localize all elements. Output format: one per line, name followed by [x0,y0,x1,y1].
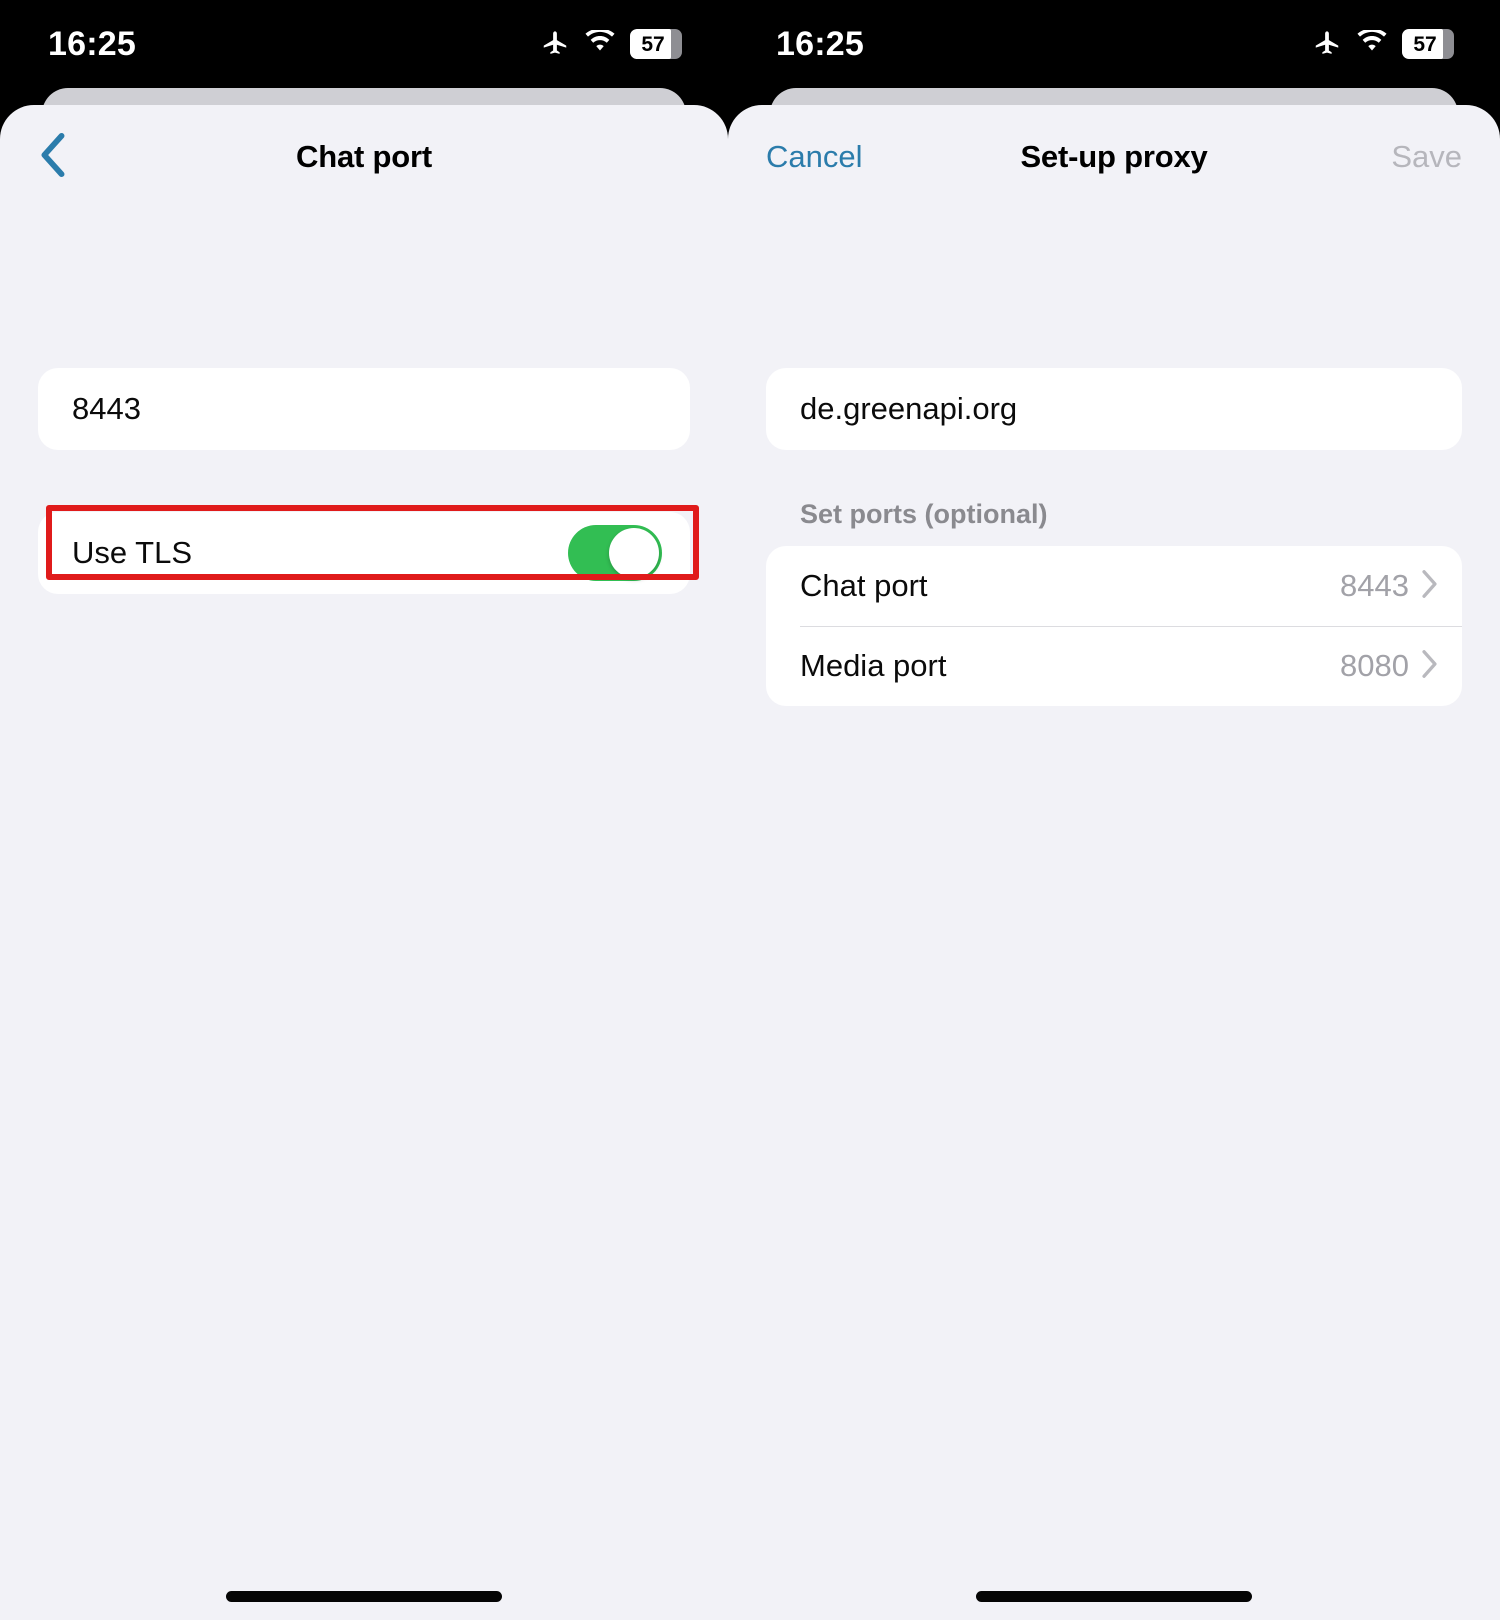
list-item-right: 8080 [1340,648,1438,684]
chat-port-value: 8443 [72,391,141,426]
back-button[interactable] [38,132,84,183]
use-tls-row[interactable]: Use TLS [38,512,690,594]
list-item-value: 8443 [1340,568,1409,603]
wifi-icon [1356,27,1388,59]
home-indicator-left [226,1591,502,1602]
use-tls-row-wrapper: Use TLS [38,505,699,594]
dual-screenshot-container: 16:25 57 Chat port 8443 Use TLS 16:25 57… [0,0,1500,1620]
proxy-host-input[interactable]: de.greenapi.org [766,368,1462,450]
list-item-right: 8443 [1340,568,1438,604]
chevron-right-icon [1421,569,1438,604]
home-indicator-right [976,1591,1252,1602]
list-item-value: 8080 [1340,648,1409,683]
modal-sheet-right: Cancel Set-up proxy Save de.greenapi.org… [728,105,1500,1620]
save-button[interactable]: Save [1391,139,1462,175]
toggle-knob [609,528,659,578]
content-right: de.greenapi.org Set ports (optional) Cha… [728,368,1500,706]
section-header-set-ports: Set ports (optional) [800,499,1048,529]
battery-icon: 57 [1402,29,1454,59]
airplane-mode-icon [540,27,570,62]
proxy-host-value: de.greenapi.org [800,391,1018,426]
right-phone-screen: 16:25 57 Cancel Set-up proxy Save de.gre… [728,0,1500,1620]
battery-percent: 57 [641,32,665,56]
status-time-right: 16:25 [776,25,864,63]
status-bar-left: 16:25 57 [0,0,728,88]
wifi-icon [584,27,616,59]
list-item-media-port[interactable]: Media port 8080 [766,626,1462,706]
chevron-right-icon [1421,649,1438,684]
battery-percent: 57 [1413,32,1437,56]
battery-icon: 57 [630,29,682,59]
chevron-left-icon [38,132,66,183]
cancel-button[interactable]: Cancel [766,139,863,175]
status-bar-right: 16:25 57 [728,0,1500,88]
nav-bar-right: Cancel Set-up proxy Save [728,105,1500,209]
list-item-label: Media port [800,648,947,683]
status-icons-right: 57 [1312,27,1454,62]
use-tls-label: Use TLS [72,535,193,570]
status-time: 16:25 [48,25,136,63]
nav-bar-left: Chat port [0,105,728,209]
list-item-chat-port[interactable]: Chat port 8443 [766,546,1462,626]
list-item-label: Chat port [800,568,928,603]
page-title: Chat port [296,139,432,174]
ports-list: Chat port 8443 Media port 8080 [766,546,1462,706]
status-icons: 57 [540,27,682,62]
modal-sheet-left: Chat port 8443 Use TLS [0,105,728,1620]
content-left: 8443 Use TLS [0,368,728,594]
chat-port-input[interactable]: 8443 [38,368,690,450]
use-tls-toggle[interactable] [568,525,662,581]
left-phone-screen: 16:25 57 Chat port 8443 Use TLS [0,0,728,1620]
airplane-mode-icon [1312,27,1342,62]
